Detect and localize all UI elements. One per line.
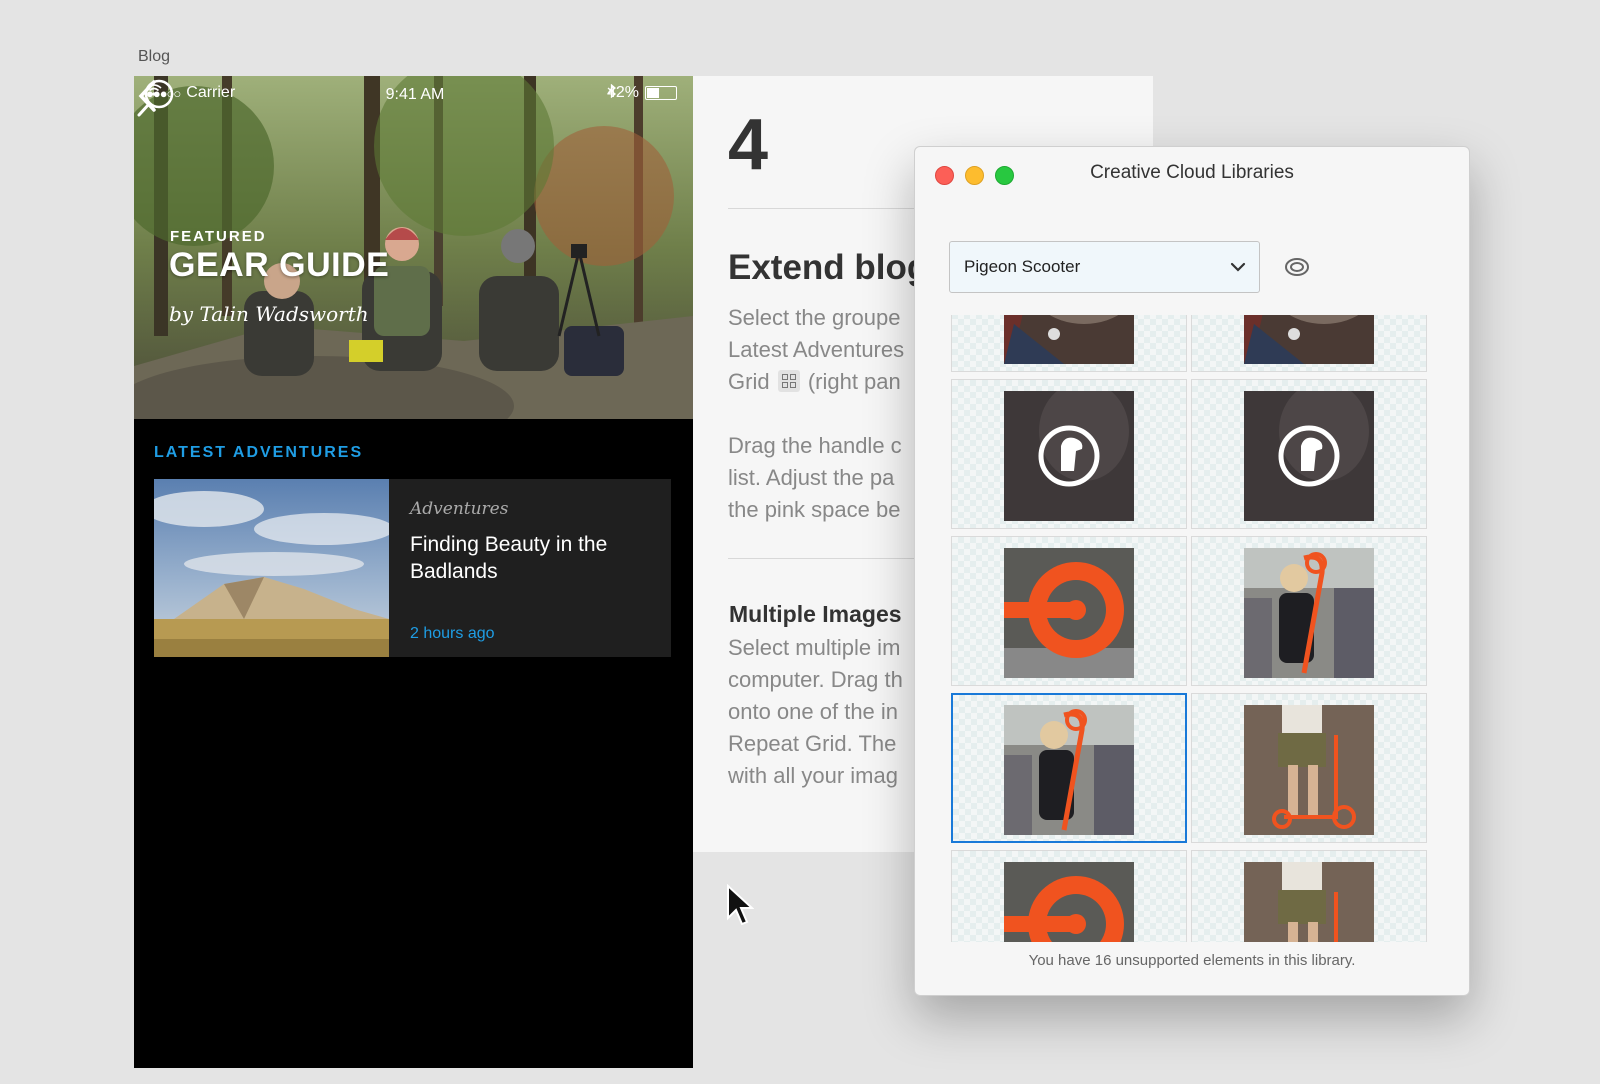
wheel-thumbnail [1004,548,1134,678]
hair-thumbnail [1004,315,1134,364]
library-footer-note: You have 16 unsupported elements in this… [1028,952,1356,969]
artboard-label[interactable]: Blog [138,48,170,66]
instruction-line: Drag the handle c [728,433,902,458]
cc-libraries-window: Creative Cloud Libraries Pigeon Scooter … [914,146,1470,996]
battery-icon [645,86,677,100]
instruction-line: list. Adjust the pa [728,465,895,490]
step-number: 4 [728,105,769,185]
library-asset-pigeon-logo[interactable] [1191,379,1427,529]
panel-heading: Extend blog [728,248,929,287]
instruction-line: the pink space be [728,497,901,522]
instruction-text: Grid [728,369,770,394]
badlands-thumbnail [154,479,389,657]
card-timestamp: 2 hours ago [410,625,495,642]
library-grid [951,315,1435,942]
library-asset-woman-scooter[interactable] [951,693,1187,843]
window-titlebar[interactable]: Creative Cloud Libraries [915,147,1469,199]
carrier-label: Carrier [186,84,236,101]
featured-eyebrow: FEATURED [170,228,267,245]
search-icon[interactable] [134,76,178,120]
library-asset-hair[interactable] [1191,315,1427,372]
hair-thumbnail [1244,315,1374,364]
status-time: 9:41 AM [385,86,445,103]
mouse-cursor-icon [727,884,754,926]
phone-artboard: ●●●○○ Carrier 9:41 AM 42% FEATURED GEAR … [134,76,693,1068]
instruction-line: Latest Adventures [728,337,905,362]
library-asset-legs-scooter[interactable] [1191,693,1427,843]
pigeon-logo-thumbnail [1004,391,1134,521]
instruction-line: Repeat Grid. The [728,731,897,756]
hero-title[interactable]: GEAR GUIDE [169,246,389,285]
instruction-text: (right pan [807,369,901,394]
library-asset-wheel[interactable] [951,850,1187,942]
repeat-grid-icon [777,370,800,392]
card-category: Adventures [410,499,509,519]
instruction-line: computer. Drag th [728,667,903,692]
library-dropdown-value: Pigeon Scooter [964,257,1081,276]
card-title[interactable]: Finding Beauty in the Badlands [410,531,640,585]
library-asset-wheel[interactable] [951,536,1187,686]
legs-scooter-thumbnail [1244,862,1374,942]
status-bar: ●●●○○ Carrier 9:41 AM 42% [134,84,693,106]
window-title: Creative Cloud Libraries [1090,162,1294,183]
library-dropdown[interactable]: Pigeon Scooter [949,241,1260,293]
pigeon-logo-thumbnail [1244,391,1374,521]
library-asset-woman-scooter[interactable] [1191,536,1427,686]
panel-subheading: Multiple Images [729,601,902,627]
bluetooth-icon [607,84,616,98]
instruction-line: Grid (right pan [728,366,901,398]
library-asset-hair[interactable] [951,315,1187,372]
instruction-line: onto one of the in [728,699,899,724]
instruction-line: with all your imag [728,763,898,788]
legs-scooter-thumbnail [1244,705,1374,835]
wheel-thumbnail [1004,862,1134,942]
section-title: LATEST ADVENTURES [154,444,364,461]
woman-scooter-thumbnail [1244,548,1374,678]
instruction-line: Select multiple im [728,635,901,660]
hero-image: ●●●○○ Carrier 9:41 AM 42% FEATURED GEAR … [134,76,693,419]
library-asset-legs-scooter[interactable] [1191,850,1427,942]
hero-byline: by Talin Wadsworth [169,302,369,326]
library-asset-pigeon-logo[interactable] [951,379,1187,529]
chevron-down-icon [1230,262,1246,272]
instruction-line: Select the groupe [728,305,901,330]
article-card[interactable]: Adventures Finding Beauty in the Badland… [154,479,671,657]
woman-scooter-thumbnail [1004,705,1134,835]
creative-cloud-icon[interactable] [1283,253,1311,281]
